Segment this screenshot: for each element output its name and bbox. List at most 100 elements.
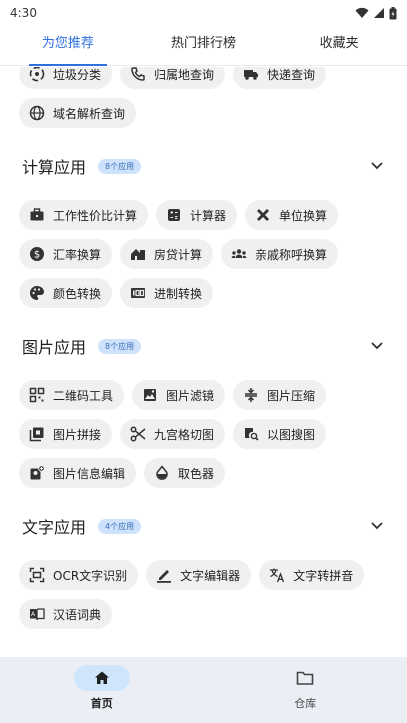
chevron-down-icon[interactable] xyxy=(367,516,387,536)
recycle-icon xyxy=(29,67,45,82)
chip-image-compress[interactable]: 图片压缩 xyxy=(233,380,327,410)
chip-label: 汇率换算 xyxy=(53,247,102,262)
chip-dictionary[interactable]: A 汉语词典 xyxy=(19,599,113,629)
home-icon xyxy=(94,671,109,684)
nav-label: 首页 xyxy=(90,697,113,710)
briefcase-icon xyxy=(29,207,45,223)
chip-label: 取色器 xyxy=(178,466,215,481)
nav-pill xyxy=(277,665,333,691)
app-count-badge: 4个应用 xyxy=(98,518,142,534)
chevron-down-icon[interactable] xyxy=(367,156,387,176)
status-bar: 4:30 xyxy=(0,0,407,26)
chip-label: 九宫格切图 xyxy=(154,427,215,442)
content-scroll-area[interactable]: 垃圾分类 归属地查询 快递查询 域名解析查询 计算应用 8个应用 工作性价比计算… xyxy=(0,67,407,657)
dictionary-icon: A xyxy=(29,606,45,622)
nav-pill xyxy=(73,665,130,691)
chip-base-convert[interactable]: 进制转换 xyxy=(120,278,214,308)
nav-warehouse[interactable]: 仓库 xyxy=(204,657,407,723)
nav-home[interactable]: 首页 xyxy=(0,657,204,723)
chip-work-value[interactable]: 工作性价比计算 xyxy=(19,200,149,230)
chip-label: 二维码工具 xyxy=(53,388,114,403)
chip-exchange-rate[interactable]: $ 汇率换算 xyxy=(19,239,113,269)
chip-label: 进制转换 xyxy=(154,286,203,301)
chip-label: 垃圾分类 xyxy=(53,67,102,82)
svg-text:$: $ xyxy=(34,250,40,261)
palette-icon xyxy=(29,285,45,301)
scan-text-icon xyxy=(29,567,45,583)
chip-label: 图片压缩 xyxy=(267,388,316,403)
chip-label: 计算器 xyxy=(190,208,227,223)
chip-phone-location[interactable]: 归属地查询 xyxy=(120,67,226,89)
image-edit-icon xyxy=(29,465,45,481)
wifi-icon xyxy=(355,7,369,18)
folder-icon xyxy=(296,671,314,685)
drop-icon xyxy=(154,465,170,481)
bottom-navigation: 首页 仓库 xyxy=(0,657,407,723)
scissors-icon xyxy=(130,426,146,442)
chip-express-query[interactable]: 快递查询 xyxy=(233,67,327,89)
truck-icon xyxy=(243,67,259,82)
chip-label: 颜色转换 xyxy=(53,286,102,301)
chip-image-stitch[interactable]: 图片拼接 xyxy=(19,419,113,449)
section-title: 文字应用 xyxy=(22,518,87,537)
pen-icon xyxy=(156,567,172,583)
number-100-icon xyxy=(130,285,146,301)
tab-favorites[interactable]: 收藏夹 xyxy=(271,26,407,65)
chip-label: 亲戚称呼换算 xyxy=(255,247,328,262)
chip-color-picker[interactable]: 取色器 xyxy=(144,458,226,488)
chip-ocr[interactable]: OCR文字识别 xyxy=(19,560,139,590)
translate-icon xyxy=(269,567,285,583)
top-chip-row: 垃圾分类 归属地查询 快递查询 域名解析查询 xyxy=(0,67,407,128)
tools-icon xyxy=(255,207,271,223)
section-header-image[interactable]: 图片应用 8个应用 xyxy=(0,328,407,364)
top-tabs: 为您推荐 热门排行榜 收藏夹 xyxy=(0,26,407,66)
chip-label: 图片滤镜 xyxy=(166,388,215,403)
globe-icon xyxy=(29,105,45,121)
battery-icon xyxy=(389,6,397,19)
chip-image-info-edit[interactable]: 图片信息编辑 xyxy=(19,458,137,488)
chip-label: 文字编辑器 xyxy=(180,568,241,583)
qrcode-icon xyxy=(29,387,45,403)
chip-label: 归属地查询 xyxy=(154,67,215,82)
chip-grid-cut[interactable]: 九宫格切图 xyxy=(120,419,226,449)
tab-ranking[interactable]: 热门排行榜 xyxy=(136,26,272,65)
chip-label: 图片信息编辑 xyxy=(53,466,126,481)
chip-relative-title[interactable]: 亲戚称呼换算 xyxy=(221,239,339,269)
chip-calculator[interactable]: 计算器 xyxy=(156,200,238,230)
chip-dns-query[interactable]: 域名解析查询 xyxy=(19,98,137,128)
section-header-text[interactable]: 文字应用 4个应用 xyxy=(0,508,407,544)
chip-label: 快递查询 xyxy=(267,67,316,82)
section-title: 计算应用 xyxy=(22,158,87,177)
chevron-down-icon[interactable] xyxy=(367,336,387,356)
chip-mortgage[interactable]: 房贷计算 xyxy=(120,239,214,269)
chip-image-filter[interactable]: 图片滤镜 xyxy=(132,380,226,410)
chip-text-editor[interactable]: 文字编辑器 xyxy=(146,560,252,590)
chip-color-convert[interactable]: 颜色转换 xyxy=(19,278,113,308)
dollar-icon: $ xyxy=(29,246,45,262)
collage-icon xyxy=(29,426,45,442)
chip-image-search[interactable]: 以图搜图 xyxy=(233,419,327,449)
chip-label: 以图搜图 xyxy=(267,427,316,442)
chip-label: 汉语词典 xyxy=(53,607,102,622)
section-header-calc[interactable]: 计算应用 8个应用 xyxy=(0,148,407,184)
calc-chip-row: 工作性价比计算 计算器 单位换算 $ 汇率换算 房贷计算 亲戚称呼换算 颜色转换… xyxy=(0,200,407,308)
nav-label: 仓库 xyxy=(294,697,317,710)
chip-garbage-sorting[interactable]: 垃圾分类 xyxy=(19,67,113,89)
image-search-icon xyxy=(243,426,259,442)
chip-unit-conversion[interactable]: 单位换算 xyxy=(245,200,339,230)
chip-qrcode[interactable]: 二维码工具 xyxy=(19,380,125,410)
chip-label: 文字转拼音 xyxy=(293,568,354,583)
tab-recommended[interactable]: 为您推荐 xyxy=(0,26,136,66)
chip-label: 单位换算 xyxy=(279,208,328,223)
section-title: 图片应用 xyxy=(22,338,87,357)
image-chip-row: 二维码工具 图片滤镜 图片压缩 图片拼接 九宫格切图 以图搜图 图片信息编辑 取… xyxy=(0,380,407,488)
status-icons xyxy=(355,6,397,20)
chip-text-to-pinyin[interactable]: 文字转拼音 xyxy=(259,560,365,590)
status-time: 4:30 xyxy=(10,6,37,20)
chip-label: OCR文字识别 xyxy=(53,568,128,583)
text-chip-row: OCR文字识别 文字编辑器 文字转拼音 A 汉语词典 xyxy=(0,560,407,629)
calculator-icon xyxy=(166,207,182,223)
app-count-badge: 8个应用 xyxy=(98,158,142,174)
filter-icon xyxy=(142,387,158,403)
chip-label: 域名解析查询 xyxy=(53,106,126,121)
